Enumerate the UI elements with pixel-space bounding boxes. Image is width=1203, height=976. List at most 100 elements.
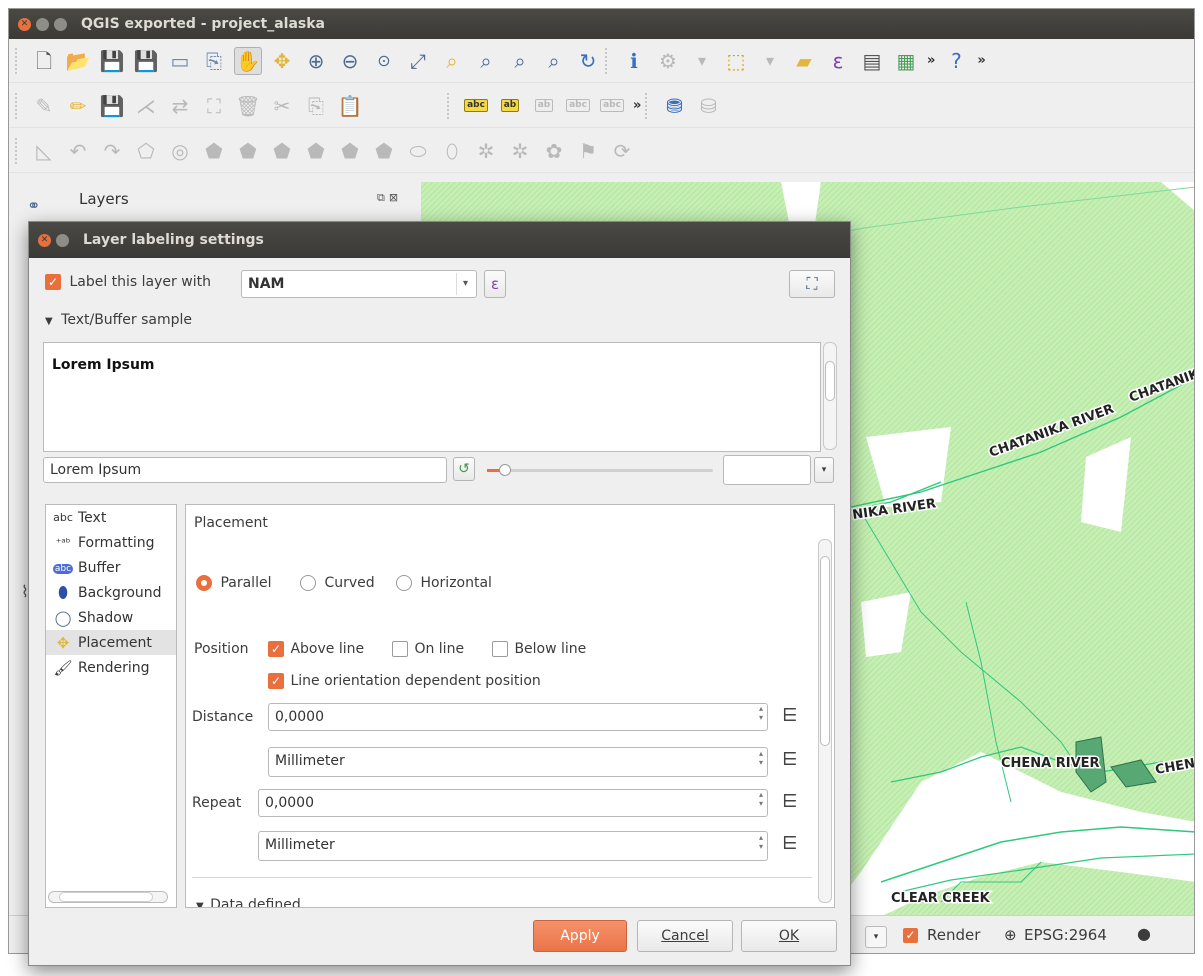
layout-manager-icon[interactable]: ⎘: [200, 47, 228, 75]
radio-horizontal[interactable]: [396, 575, 412, 591]
toolbar-grip[interactable]: [447, 92, 453, 119]
data-defined-override-icon[interactable]: ⋿: [782, 705, 798, 726]
window-close-button[interactable]: ✕: [18, 17, 31, 31]
window-minimize-button[interactable]: [36, 17, 49, 31]
sidebar-item-formatting[interactable]: ⁺ᵃᵇ Formatting: [46, 530, 176, 555]
collapse-arrow-icon[interactable]: ▼: [45, 316, 53, 327]
radio-parallel[interactable]: [196, 575, 212, 591]
zoom-out-icon[interactable]: ⊖: [336, 47, 364, 75]
deselect-features-icon[interactable]: ▰: [790, 47, 818, 75]
rotate-feature-icon[interactable]: ⟳: [608, 137, 636, 165]
zoom-to-selection-icon[interactable]: ⌕: [438, 47, 466, 75]
toolbar-overflow-chevron[interactable]: »: [927, 53, 935, 68]
sidebar-item-text[interactable]: abc Text: [46, 505, 176, 530]
merge-attributes-icon[interactable]: ✲: [506, 137, 534, 165]
style-manager-button[interactable]: ⛶: [789, 270, 835, 298]
crs-label[interactable]: EPSG:2964: [1024, 926, 1107, 944]
reset-sample-button[interactable]: ↺: [453, 457, 475, 481]
select-features-icon[interactable]: ⬚: [722, 47, 750, 75]
chevron-down-icon[interactable]: ▾: [814, 457, 834, 483]
data-defined-section[interactable]: ▼ Data defined: [196, 897, 301, 907]
split-parts-icon[interactable]: ⬯: [438, 137, 466, 165]
chevron-down-icon[interactable]: ▾: [688, 47, 716, 75]
position-on-line[interactable]: On line: [392, 641, 464, 657]
open-project-icon[interactable]: 📂: [64, 47, 92, 75]
sidebar-item-rendering[interactable]: 🖌 Rendering: [46, 655, 176, 680]
globe-icon[interactable]: ⊕: [1004, 926, 1017, 944]
chevron-down-icon[interactable]: ▾: [756, 47, 784, 75]
messages-icon[interactable]: ●: [1137, 924, 1151, 943]
scrollbar-thumb[interactable]: [825, 361, 835, 401]
database-export-icon[interactable]: ⛁: [694, 92, 722, 120]
current-edits-icon[interactable]: ✎: [30, 92, 58, 120]
toolbar-grip[interactable]: [15, 137, 21, 164]
digitize-triangle-icon[interactable]: ◺: [30, 137, 58, 165]
repeat-input[interactable]: 0,0000: [258, 789, 768, 817]
data-defined-override-icon[interactable]: ⋿: [782, 833, 798, 854]
distance-input[interactable]: 0,0000: [268, 703, 768, 731]
save-as-icon[interactable]: 💾: [132, 47, 160, 75]
below-line-checkbox[interactable]: [492, 641, 508, 657]
cancel-button[interactable]: Cancel: [637, 920, 733, 952]
new-project-icon[interactable]: 🗋: [30, 47, 58, 75]
sidebar-item-buffer[interactable]: abc Buffer: [46, 555, 176, 580]
mode-curved[interactable]: Curved: [300, 575, 375, 591]
move-label-icon[interactable]: abc: [598, 92, 626, 120]
show-hide-labels-icon[interactable]: abc: [564, 92, 592, 120]
render-checkbox[interactable]: ✓: [903, 928, 918, 943]
orientation-row[interactable]: ✓ Line orientation dependent position: [268, 673, 541, 689]
select-by-expression-icon[interactable]: ε: [824, 47, 852, 75]
mode-parallel[interactable]: Parallel: [196, 575, 271, 591]
toolbar-overflow-chevron[interactable]: »: [977, 53, 985, 68]
distance-unit-select[interactable]: Millimeter: [268, 747, 768, 777]
above-line-checkbox[interactable]: ✓: [268, 641, 284, 657]
dock-buttons[interactable]: ⧉⊠: [377, 191, 402, 205]
label-field-select[interactable]: NAM ▾: [241, 270, 477, 298]
mode-horizontal[interactable]: Horizontal: [396, 575, 492, 591]
refresh-icon[interactable]: ↻: [574, 47, 602, 75]
pan-to-selection-icon[interactable]: ✥: [268, 47, 296, 75]
fill-ring-icon[interactable]: ⬟: [234, 137, 262, 165]
sidebar-item-shadow[interactable]: ◯ Shadow: [46, 605, 176, 630]
scrollbar-thumb[interactable]: [820, 556, 830, 746]
chevron-down-icon[interactable]: ▾: [865, 926, 887, 948]
toolbar-grip[interactable]: [605, 47, 611, 74]
ok-button[interactable]: OK: [741, 920, 837, 952]
zoom-to-layer-icon[interactable]: ⌕: [472, 47, 500, 75]
window-maximize-button[interactable]: [54, 17, 67, 31]
save-project-icon[interactable]: 💾: [98, 47, 126, 75]
zoom-in-icon[interactable]: ⊕: [302, 47, 330, 75]
repeat-spinner[interactable]: ▴ ▾: [754, 790, 768, 816]
delete-selected-icon[interactable]: 🗑: [234, 92, 262, 120]
node-tool-icon[interactable]: ⛶: [200, 92, 228, 120]
save-edits-icon[interactable]: 💾: [98, 92, 126, 120]
data-defined-override-icon[interactable]: ⋿: [782, 791, 798, 812]
add-ring-icon[interactable]: ◎: [166, 137, 194, 165]
position-above-line[interactable]: ✓ Above line: [268, 641, 364, 657]
paste-features-icon[interactable]: 📋: [336, 92, 364, 120]
sidebar-item-placement[interactable]: ✥ Placement: [46, 630, 176, 655]
reshape-features-icon[interactable]: ⬟: [336, 137, 364, 165]
toolbar-grip[interactable]: [645, 92, 651, 119]
dialog-close-button[interactable]: ✕: [38, 233, 51, 247]
placement-scrollbar[interactable]: [818, 539, 832, 903]
layer-labeling-icon[interactable]: abc: [462, 92, 490, 120]
slider-handle[interactable]: [499, 464, 511, 476]
toolbar-grip[interactable]: [15, 92, 21, 119]
sample-background-color[interactable]: [723, 455, 811, 485]
redo-icon[interactable]: ↷: [98, 137, 126, 165]
chevron-down-icon[interactable]: ▾: [455, 273, 468, 295]
delete-ring-icon[interactable]: ⬟: [268, 137, 296, 165]
add-part-icon[interactable]: ⬟: [200, 137, 228, 165]
copy-features-icon[interactable]: ⎘: [302, 92, 330, 120]
expression-button[interactable]: ε: [484, 270, 506, 298]
label-this-layer-checkbox[interactable]: ✓: [45, 274, 61, 290]
sidebar-hscrollbar[interactable]: [48, 891, 168, 903]
cut-features-icon[interactable]: ✂: [268, 92, 296, 120]
data-defined-override-icon[interactable]: ⋿: [782, 749, 798, 770]
pin-labels-icon[interactable]: ab: [530, 92, 558, 120]
simplify-feature-icon[interactable]: ⬠: [132, 137, 160, 165]
chevron-updown-icon[interactable]: ▴ ▾: [754, 749, 768, 775]
run-action-icon[interactable]: ⚙: [654, 47, 682, 75]
zoom-full-icon[interactable]: ⤢: [404, 47, 432, 75]
